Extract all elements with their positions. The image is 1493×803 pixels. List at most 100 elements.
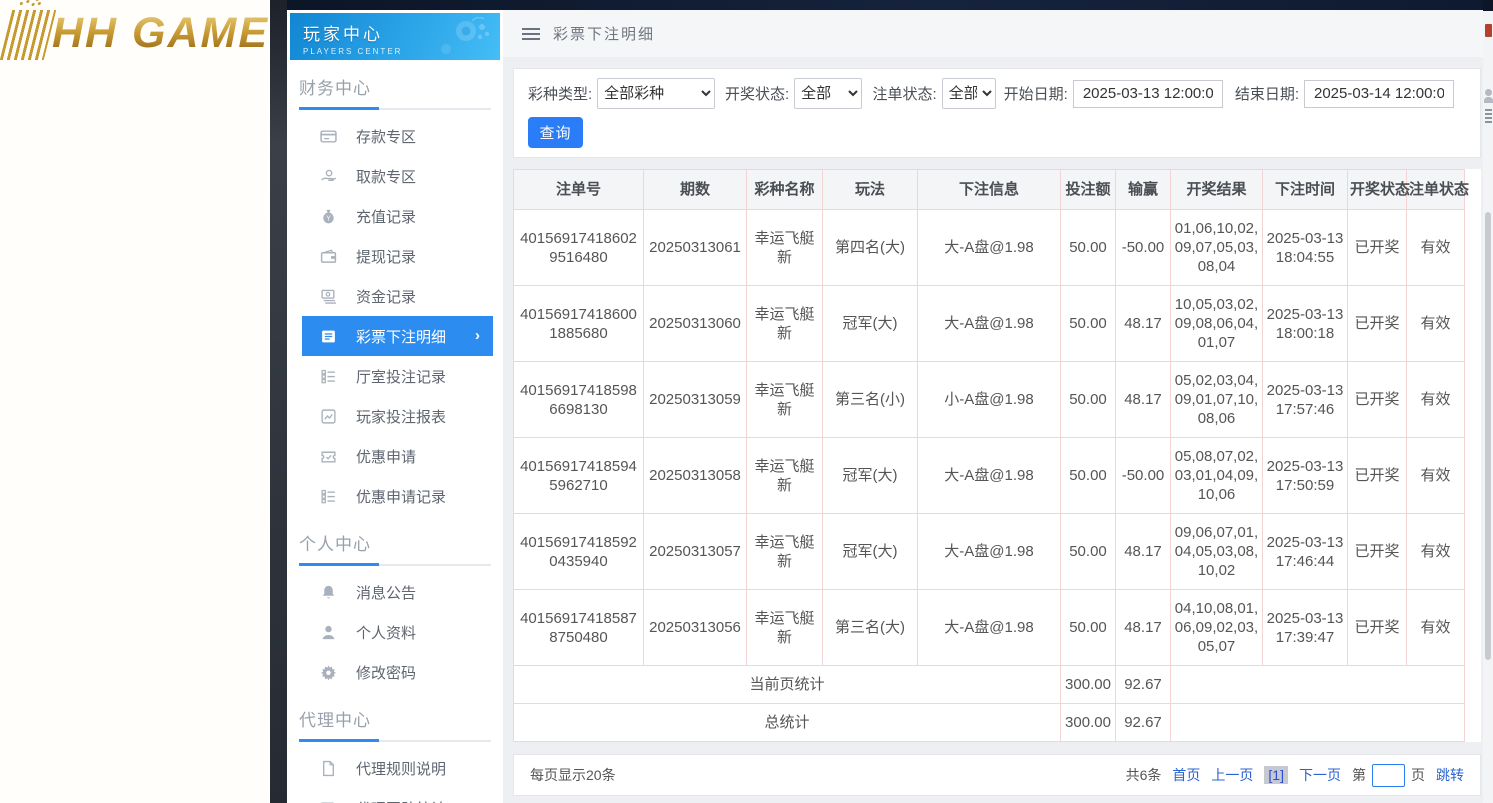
- end-date-input[interactable]: [1304, 80, 1454, 108]
- bet-cell: 401569174186001885680: [514, 286, 644, 362]
- bet-cell: 48.17: [1116, 590, 1171, 666]
- scrollbar-thumb[interactable]: [1485, 212, 1491, 660]
- sidebar-item[interactable]: 代理规则说明›: [287, 748, 503, 788]
- summary-row: 总统计300.0092.67: [514, 704, 1465, 742]
- bet-row: 40156917418587875048020250313056幸运飞艇新第三名…: [514, 590, 1465, 666]
- bet-cell: 401569174185920435940: [514, 514, 644, 590]
- summary-winloss-total: 92.67: [1116, 704, 1171, 742]
- start-date-input[interactable]: [1073, 80, 1223, 108]
- bet-cell: 401569174186029516480: [514, 210, 644, 286]
- summary-label: 总统计: [514, 704, 1061, 742]
- summary-empty-cell: [1171, 704, 1465, 742]
- bet-cell: 大-A盘@1.98: [918, 286, 1061, 362]
- bet-cell: 有效: [1407, 438, 1465, 514]
- sidebar-item-label: 修改密码: [356, 662, 416, 683]
- bet-cell: 有效: [1407, 362, 1465, 438]
- lottery-type-select[interactable]: 全部彩种: [597, 78, 715, 109]
- column-header: 开奖状态: [1348, 170, 1407, 210]
- jump-button[interactable]: 跳转: [1436, 765, 1464, 785]
- svg-text:Y: Y: [326, 215, 331, 222]
- bet-cell: 50.00: [1061, 590, 1116, 666]
- bet-cell: 冠军(大): [823, 514, 918, 590]
- order-status-select[interactable]: 全部: [942, 78, 996, 109]
- bet-cell: 幸运飞艇新: [747, 362, 823, 438]
- bet-cell: 48.17: [1116, 286, 1171, 362]
- bet-cell: 已开奖: [1348, 514, 1407, 590]
- sidebar-item[interactable]: 优惠申请›: [287, 436, 503, 476]
- bet-cell: 401569174185945962710: [514, 438, 644, 514]
- prev-page-link[interactable]: 上一页: [1211, 765, 1253, 785]
- bet-cell: 第三名(大): [823, 590, 918, 666]
- sidebar-item[interactable]: 彩票下注明细›: [302, 316, 493, 356]
- bet-cell: 401569174185878750480: [514, 590, 644, 666]
- sidebar-section: 财务中心存款专区›取款专区›Y充值记录›提现记录›资金记录›彩票下注明细›厅室投…: [287, 74, 503, 516]
- bet-cell: 大-A盘@1.98: [918, 514, 1061, 590]
- first-page-link[interactable]: 首页: [1172, 765, 1200, 785]
- bet-row: 40156917418592043594020250313057幸运飞艇新冠军(…: [514, 514, 1465, 590]
- sidebar-item[interactable]: 消息公告›: [287, 572, 503, 612]
- bet-cell: 幸运飞艇新: [747, 438, 823, 514]
- draw-status-select[interactable]: 全部: [794, 78, 862, 109]
- bet-cell: 有效: [1407, 514, 1465, 590]
- bet-cell: 01,06,10,02,09,07,05,03,08,04: [1171, 210, 1263, 286]
- summary-bet-total: 300.00: [1061, 666, 1116, 704]
- bet-cell: 冠军(大): [823, 286, 918, 362]
- sidebar-item[interactable]: 取款专区›: [287, 156, 503, 196]
- sidebar-item-label: 提现记录: [356, 246, 416, 267]
- bet-cell: 第四名(大): [823, 210, 918, 286]
- bet-cell: 2025-03-13 18:00:18: [1263, 286, 1348, 362]
- summary-winloss-total: 92.67: [1116, 666, 1171, 704]
- bet-row: 40156917418594596271020250313058幸运飞艇新冠军(…: [514, 438, 1465, 514]
- main-area: 彩票下注明细 彩种类型: 全部彩种 开奖状态: 全部 注单状态: 全部 开始日期…: [503, 10, 1483, 803]
- bet-cell: 10,05,03,02,09,08,06,04,01,07: [1171, 286, 1263, 362]
- bet-row: 40156917418598669813020250313059幸运飞艇新第三名…: [514, 362, 1465, 438]
- sidebar-item[interactable]: 个人资料›: [287, 612, 503, 652]
- sidebar-item-label: 优惠申请记录: [356, 486, 446, 507]
- current-page-badge[interactable]: [1]: [1264, 766, 1288, 784]
- bet-cell: 冠军(大): [823, 438, 918, 514]
- summary-row: 当前页统计300.0092.67: [514, 666, 1465, 704]
- section-underline: [299, 740, 491, 742]
- bet-cell: 48.17: [1116, 514, 1171, 590]
- sidebar-item[interactable]: 玩家投注报表›: [287, 396, 503, 436]
- bet-cell: 已开奖: [1348, 590, 1407, 666]
- deposit-card-icon: [320, 128, 337, 145]
- top-dark-bar: [270, 0, 1493, 10]
- bet-cell: 2025-03-13 17:46:44: [1263, 514, 1348, 590]
- bell-icon: [320, 584, 337, 601]
- jump-page-input[interactable]: [1372, 764, 1405, 787]
- pagination: 共6条 首页 上一页 [1] 下一页 第 页 跳转: [1126, 764, 1464, 787]
- sidebar-item[interactable]: 修改密码›: [287, 652, 503, 692]
- sidebar-item[interactable]: 代理团队统计›: [287, 788, 503, 803]
- table-body: 40156917418602951648020250313061幸运飞艇新第四名…: [514, 210, 1465, 742]
- bet-cell: 05,02,03,04,09,01,07,10,08,06: [1171, 362, 1263, 438]
- menu-toggle-icon[interactable]: [522, 28, 540, 40]
- sidebar-item-label: 代理团队统计: [356, 798, 446, 803]
- withdraw-hand-icon: [320, 168, 337, 185]
- logo-text: HH GAME: [52, 9, 269, 58]
- sidebar: 玩家中心 PLAYERS CENTER 财务中心存款专区›取款专区›Y充值记录›…: [287, 10, 503, 803]
- sidebar-item[interactable]: 优惠申请记录›: [287, 476, 503, 516]
- column-header: 开奖结果: [1171, 170, 1263, 210]
- sidebar-item[interactable]: 资金记录›: [287, 276, 503, 316]
- sidebar-item-label: 优惠申请: [356, 446, 416, 467]
- sidebar-item[interactable]: 提现记录›: [287, 236, 503, 276]
- sidebar-item[interactable]: 存款专区›: [287, 116, 503, 156]
- bet-cell: 幸运飞艇新: [747, 590, 823, 666]
- sidebar-item-label: 存款专区: [356, 126, 416, 147]
- bet-cell: 小-A盘@1.98: [918, 362, 1061, 438]
- search-button[interactable]: 查询: [528, 117, 583, 148]
- sidebar-item[interactable]: 厅室投注记录›: [287, 356, 503, 396]
- bet-cell: 50.00: [1061, 286, 1116, 362]
- total-count-text: 共6条: [1126, 765, 1162, 785]
- right-strip-red-fragment: [1485, 24, 1492, 37]
- gamepad-icon: [426, 17, 492, 57]
- next-page-link[interactable]: 下一页: [1299, 765, 1341, 785]
- sidebar-item[interactable]: Y充值记录›: [287, 196, 503, 236]
- coupon-icon: [320, 448, 337, 465]
- right-strip-dark-top: [1483, 0, 1493, 11]
- column-header: 下注时间: [1263, 170, 1348, 210]
- column-header: 注单号: [514, 170, 644, 210]
- sidebar-item-label: 消息公告: [356, 582, 416, 603]
- bet-cell: 已开奖: [1348, 286, 1407, 362]
